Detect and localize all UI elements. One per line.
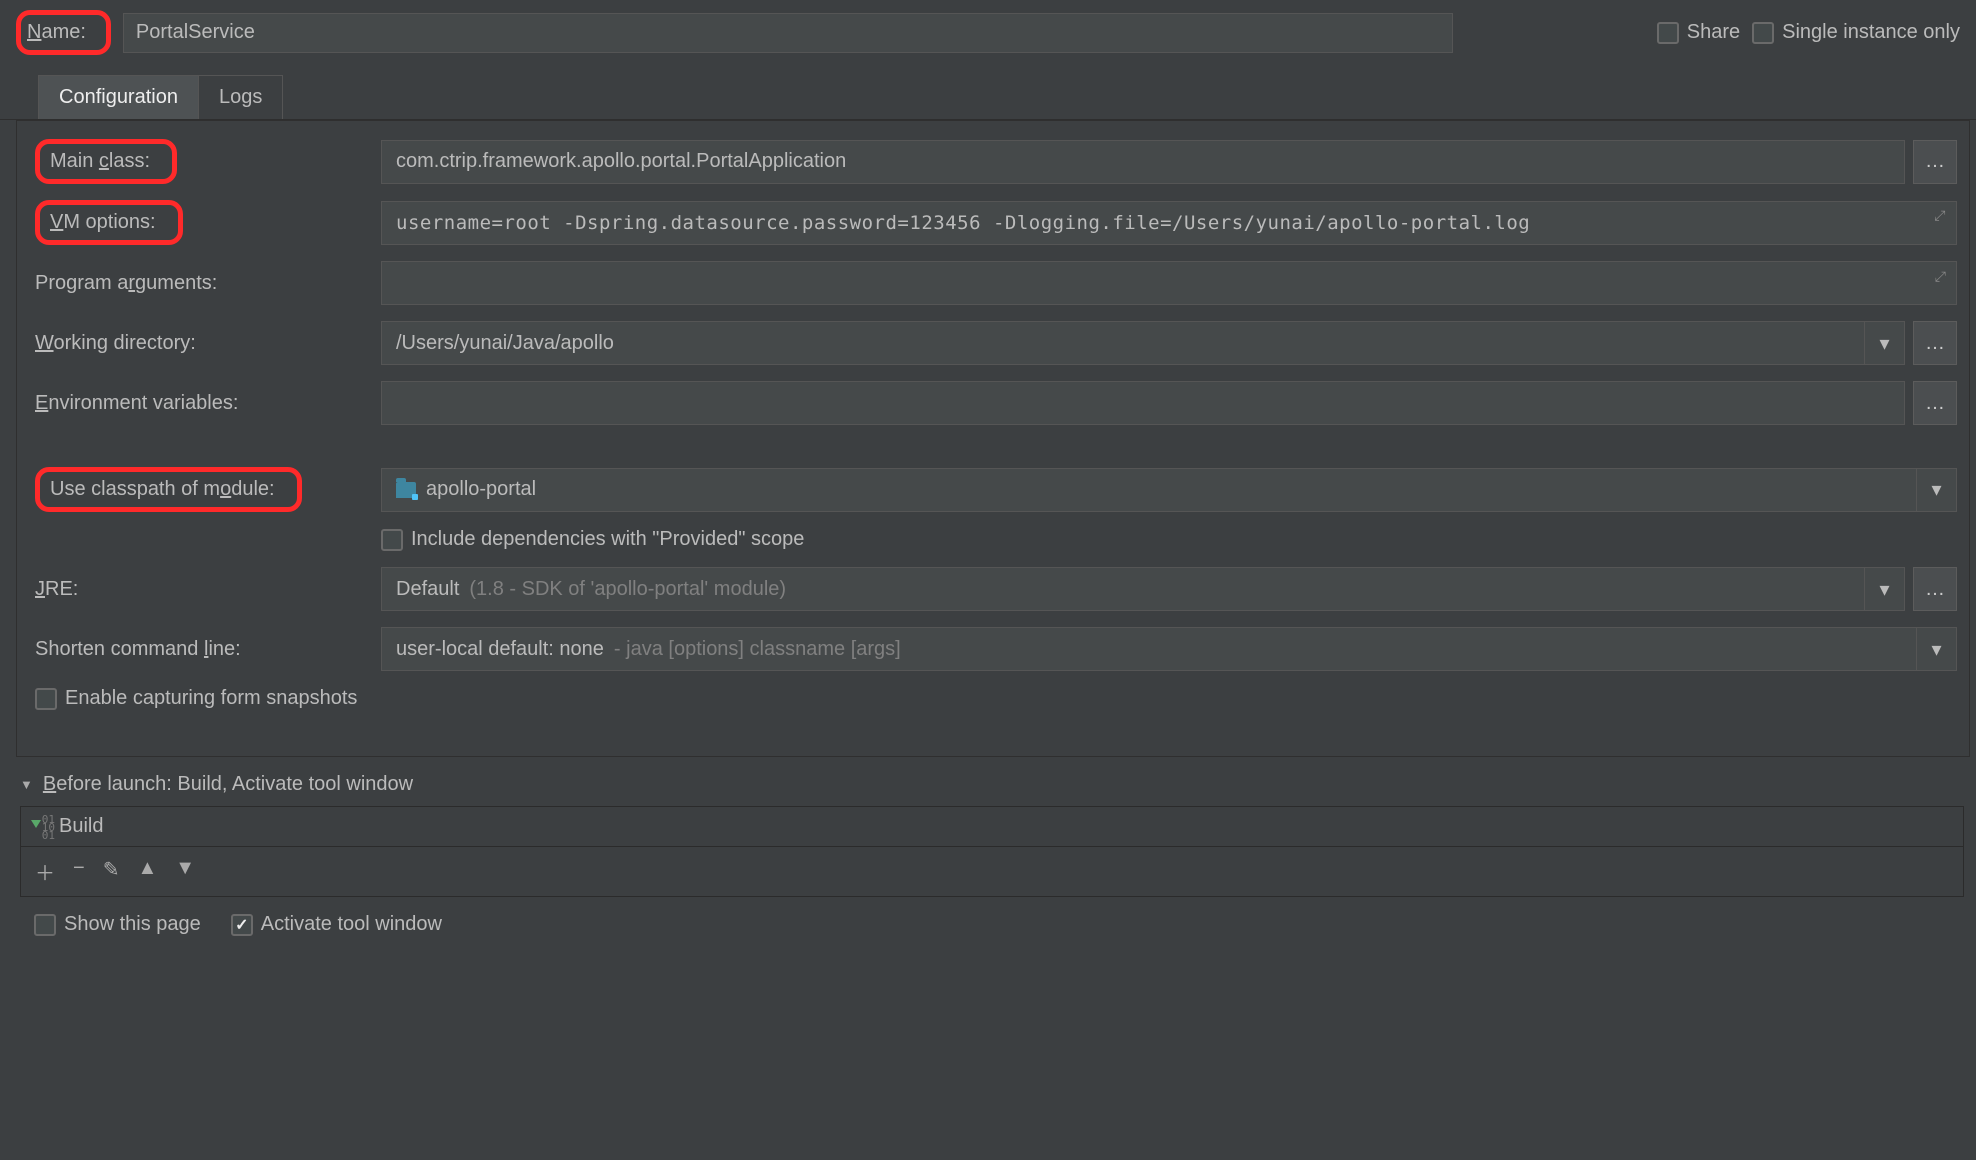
classpath-label: Use classpath of module: xyxy=(35,467,302,512)
main-class-input[interactable]: com.ctrip.framework.apollo.portal.Portal… xyxy=(381,140,1905,184)
provided-scope-label: Include dependencies with "Provided" sco… xyxy=(411,528,804,551)
show-this-page-checkbox[interactable]: Show this page xyxy=(34,913,201,936)
env-vars-input[interactable] xyxy=(381,381,1905,425)
program-args-label: Program arguments: xyxy=(29,272,369,295)
shorten-dropdown[interactable]: user-local default: none - java [options… xyxy=(381,627,1917,671)
share-checkbox[interactable]: Share xyxy=(1657,21,1740,44)
add-button[interactable]: ＋ xyxy=(35,857,55,886)
activate-tool-window-checkbox[interactable]: Activate tool window xyxy=(231,913,442,936)
main-class-browse-button[interactable]: … xyxy=(1913,140,1957,184)
main-class-label: Main class: xyxy=(35,139,177,184)
build-item-label: Build xyxy=(59,815,103,838)
chevron-down-icon: ▼ xyxy=(20,777,33,792)
chevron-down-icon: ▾ xyxy=(1931,637,1941,662)
provided-scope-checkbox[interactable]: Include dependencies with "Provided" sco… xyxy=(381,528,804,551)
name-input[interactable] xyxy=(123,13,1453,53)
single-instance-label: Single instance only xyxy=(1782,21,1960,44)
jre-browse-button[interactable]: … xyxy=(1913,567,1957,611)
working-dir-dropdown[interactable]: ▾ xyxy=(1865,321,1905,365)
program-args-input[interactable]: ⤢ xyxy=(381,261,1957,305)
name-label: Name: xyxy=(16,10,111,55)
expand-icon[interactable]: ⤢ xyxy=(1934,208,1946,224)
before-launch-header[interactable]: ▼ Before launch: Build, Activate tool wi… xyxy=(20,773,1964,796)
build-icon: 011001 xyxy=(31,818,49,836)
show-this-page-label: Show this page xyxy=(64,913,201,936)
expand-icon[interactable]: ⤢ xyxy=(1935,268,1946,285)
chevron-down-icon: ▾ xyxy=(1879,577,1889,602)
jre-dropdown-button[interactable]: ▾ xyxy=(1865,567,1905,611)
tab-logs[interactable]: Logs xyxy=(198,75,283,119)
shorten-label: Shorten command line: xyxy=(29,638,369,661)
env-vars-browse-button[interactable]: … xyxy=(1913,381,1957,425)
edit-button[interactable]: ✎ xyxy=(103,857,120,886)
classpath-dropdown[interactable]: apollo-portal xyxy=(381,468,1917,512)
env-vars-label: Environment variables: xyxy=(29,392,369,415)
move-up-button[interactable]: ▲ xyxy=(137,857,157,886)
module-folder-icon xyxy=(396,482,416,498)
before-launch-item-build[interactable]: 011001 Build xyxy=(21,807,1963,846)
jre-label: JRE: xyxy=(29,578,369,601)
remove-button[interactable]: − xyxy=(73,857,85,886)
working-dir-browse-button[interactable]: … xyxy=(1913,321,1957,365)
working-dir-input[interactable]: /Users/yunai/Java/apollo xyxy=(381,321,1865,365)
snapshots-checkbox[interactable]: Enable capturing form snapshots xyxy=(29,687,357,710)
share-label: Share xyxy=(1687,21,1740,44)
jre-dropdown[interactable]: Default (1.8 - SDK of 'apollo-portal' mo… xyxy=(381,567,1865,611)
shorten-dropdown-button[interactable]: ▾ xyxy=(1917,627,1957,671)
snapshots-label: Enable capturing form snapshots xyxy=(65,687,357,710)
working-dir-label: Working directory: xyxy=(29,332,369,355)
move-down-button[interactable]: ▼ xyxy=(175,857,195,886)
single-instance-checkbox[interactable]: Single instance only xyxy=(1752,21,1960,44)
vm-options-label: VM options: xyxy=(35,200,183,245)
activate-tool-window-label: Activate tool window xyxy=(261,913,442,936)
tab-configuration[interactable]: Configuration xyxy=(38,75,199,119)
vm-options-input[interactable]: username=root -Dspring.datasource.passwo… xyxy=(381,201,1957,245)
chevron-down-icon: ▾ xyxy=(1931,477,1941,502)
classpath-dropdown-button[interactable]: ▾ xyxy=(1917,468,1957,512)
chevron-down-icon: ▾ xyxy=(1879,331,1889,356)
